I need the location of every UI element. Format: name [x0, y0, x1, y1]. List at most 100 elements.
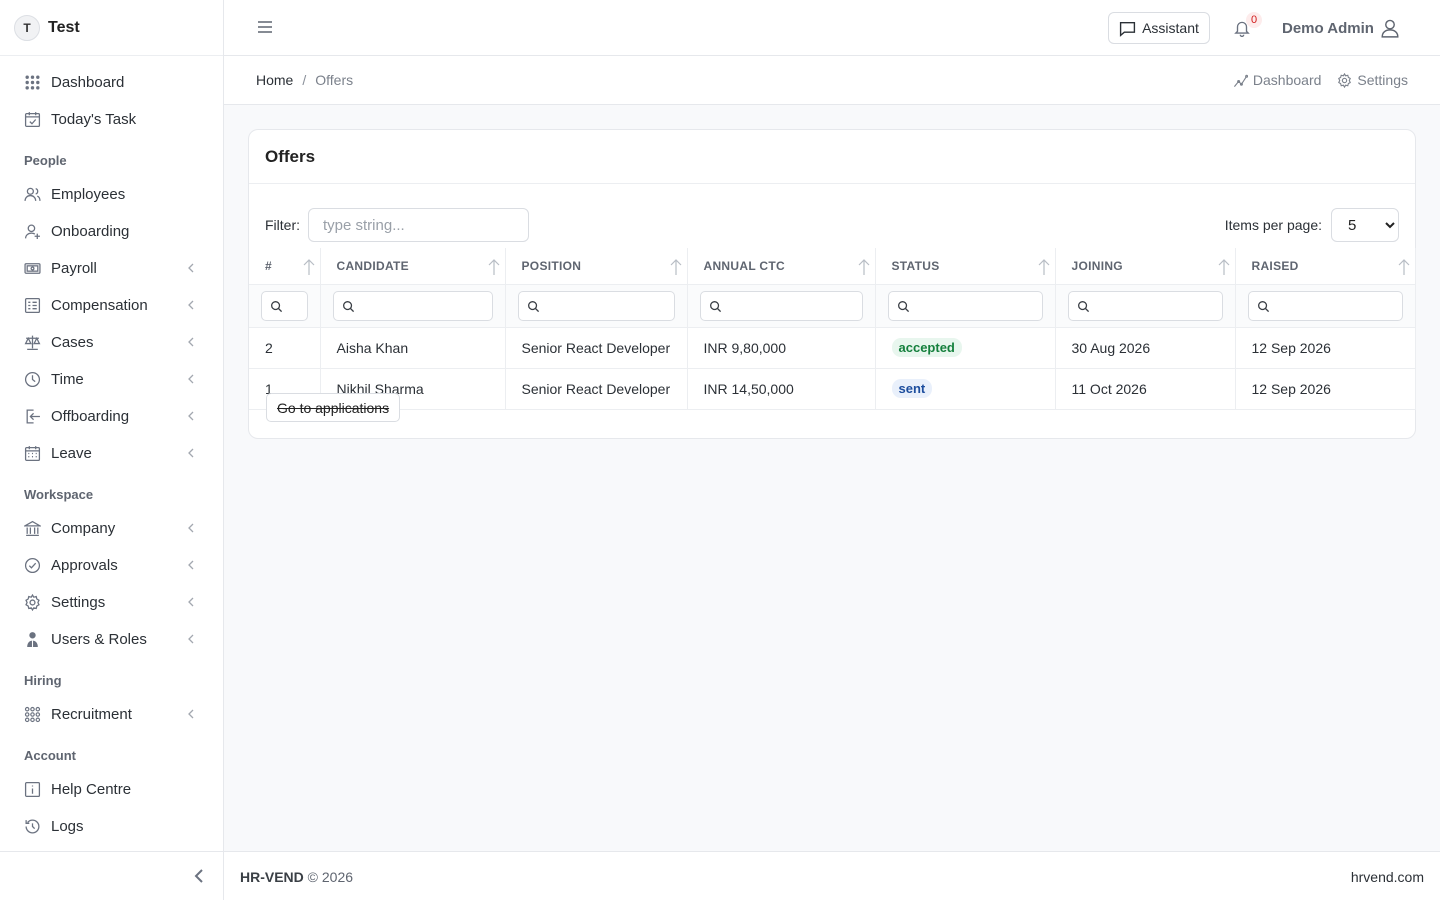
column-search-cell — [875, 284, 1056, 328]
history-icon — [24, 818, 41, 835]
cell-ctc: INR 9,80,000 — [687, 327, 876, 369]
sidebar-item-onboarding[interactable]: Onboarding — [0, 213, 223, 250]
quick-link-dashboard-label: Dashboard — [1252, 72, 1322, 88]
table-header-row: # CANDIDATE POSITION ANNUAL CTC STATUS J… — [249, 248, 1416, 285]
chevron-left-icon — [188, 709, 194, 719]
sort-arrow-icon[interactable] — [857, 258, 871, 276]
menu-icon[interactable] — [256, 18, 274, 36]
table-row[interactable]: 2 Aisha Khan Senior React Developer INR … — [249, 327, 1416, 369]
footer-year: © 2026 — [307, 869, 354, 885]
column-search-input[interactable] — [1247, 290, 1403, 321]
footer-site-link[interactable]: hrvend.com — [1351, 869, 1424, 885]
sidebar-item-time[interactable]: Time — [0, 361, 223, 398]
sidebar-item-leave[interactable]: Leave — [0, 435, 223, 472]
column-header-label: RAISED — [1251, 258, 1299, 273]
column-search-input[interactable] — [1067, 290, 1223, 321]
sidebar-item-recruitment[interactable]: Recruitment — [0, 696, 223, 733]
column-header[interactable]: CANDIDATE — [320, 248, 506, 285]
bank-icon — [24, 520, 41, 537]
search-icon — [709, 300, 721, 312]
sidebar-item-label: Leave — [51, 445, 92, 462]
calendar-icon — [24, 445, 41, 462]
assistant-button[interactable]: Assistant — [1108, 12, 1210, 44]
sidebar-item-approvals[interactable]: Approvals — [0, 547, 223, 584]
collapse-sidebar-icon[interactable] — [190, 867, 208, 885]
page-footer: HR-VEND © 2026 hrvend.com — [224, 851, 1440, 900]
sidebar-item-label: Company — [51, 520, 116, 537]
chevron-left-icon — [188, 523, 194, 533]
sort-arrow-icon[interactable] — [1397, 258, 1411, 276]
section-people: People — [24, 153, 67, 168]
column-search-cell — [505, 284, 688, 328]
sort-arrow-icon[interactable] — [1217, 258, 1231, 276]
column-search-input[interactable] — [261, 290, 308, 321]
column-search-input[interactable] — [887, 290, 1043, 321]
sidebar-item-offboarding[interactable]: Offboarding — [0, 398, 223, 435]
sort-arrow-icon[interactable] — [1037, 258, 1051, 276]
column-header[interactable]: POSITION — [505, 248, 688, 285]
sort-arrow-icon[interactable] — [302, 258, 316, 276]
sidebar-item-logs[interactable]: Logs — [0, 808, 223, 845]
column-header-label: STATUS — [891, 258, 940, 273]
brand-name: Test — [48, 18, 80, 36]
column-header[interactable]: JOINING — [1055, 248, 1236, 285]
cell-joining: 30 Aug 2026 — [1055, 327, 1236, 369]
sidebar-item-payroll[interactable]: Payroll — [0, 250, 223, 287]
sidebar-item-label: Users & Roles — [51, 631, 147, 648]
money-icon — [24, 260, 41, 277]
chevron-left-icon — [188, 374, 194, 384]
items-per-page-select[interactable]: 5 — [1331, 208, 1399, 242]
column-header[interactable]: STATUS — [875, 248, 1056, 285]
sidebar-item-company[interactable]: Company — [0, 510, 223, 547]
quick-link-dashboard[interactable]: Dashboard — [1233, 72, 1322, 88]
sidebar-item-label: Today's Task — [51, 111, 137, 128]
column-header[interactable]: RAISED — [1235, 248, 1416, 285]
section-workspace: Workspace — [24, 487, 94, 502]
cell-position: Senior React Developer — [505, 327, 688, 369]
cell-raised: 12 Sep 2026 — [1235, 327, 1416, 369]
sort-arrow-icon[interactable] — [487, 258, 501, 276]
sidebar-item-users-roles[interactable]: Users & Roles — [0, 621, 223, 658]
footer-brand: HR-VEND — [240, 869, 304, 885]
chevron-left-icon — [188, 448, 194, 458]
breadcrumb-current: Offers — [315, 72, 354, 88]
sidebar-item-todays-task[interactable]: Today's Task — [0, 101, 223, 138]
quick-link-settings[interactable]: Settings — [1337, 72, 1408, 88]
sidebar-item-help-centre[interactable]: Help Centre — [0, 771, 223, 808]
column-search-input[interactable] — [517, 290, 675, 321]
brand[interactable]: T Test — [0, 0, 223, 56]
sidebar-item-cases[interactable]: Cases — [0, 324, 223, 361]
user-name[interactable]: Demo Admin — [1282, 20, 1374, 37]
sidebar-item-dashboard[interactable]: Dashboard — [0, 64, 223, 101]
sidebar-item-compensation[interactable]: Compensation — [0, 287, 223, 324]
table-icon — [24, 297, 41, 314]
cell-candidate: Aisha Khan — [320, 327, 506, 369]
search-icon — [1077, 300, 1089, 312]
sidebar-item-settings[interactable]: Settings — [0, 584, 223, 621]
column-header[interactable]: # — [249, 248, 321, 285]
column-header-label: CANDIDATE — [336, 258, 409, 273]
column-header[interactable]: ANNUAL CTC — [687, 248, 876, 285]
offers-table: # CANDIDATE POSITION ANNUAL CTC STATUS J… — [249, 248, 1416, 410]
filter-input[interactable] — [308, 208, 529, 242]
sidebar-item-label: Dashboard — [51, 74, 125, 91]
offers-card: Offers Filter: Items per page: 5 # CANDI… — [248, 129, 1416, 439]
chevron-left-icon — [188, 560, 194, 570]
column-search-cell — [249, 284, 321, 328]
go-to-applications-button[interactable]: Go to applications — [266, 393, 401, 422]
notification-count: 0 — [1246, 12, 1262, 28]
table-row[interactable]: 1 Nikhil Sharma Senior React Developer I… — [249, 368, 1416, 410]
column-search-input[interactable] — [699, 290, 863, 321]
sort-arrow-icon[interactable] — [669, 258, 683, 276]
card-header: Offers — [249, 130, 1415, 184]
search-icon — [342, 300, 354, 312]
sidebar-item-label: Payroll — [51, 260, 97, 277]
chevron-left-icon — [188, 634, 194, 644]
breadcrumb-home[interactable]: Home — [256, 72, 293, 88]
column-search-input[interactable] — [332, 290, 493, 321]
sidebar-item-employees[interactable]: Employees — [0, 176, 223, 213]
user-icon[interactable] — [1380, 18, 1400, 38]
sidebar-item-label: Onboarding — [51, 223, 130, 240]
calendar-check-icon — [24, 111, 41, 128]
top-header: Assistant 0 Demo Admin — [224, 0, 1440, 56]
